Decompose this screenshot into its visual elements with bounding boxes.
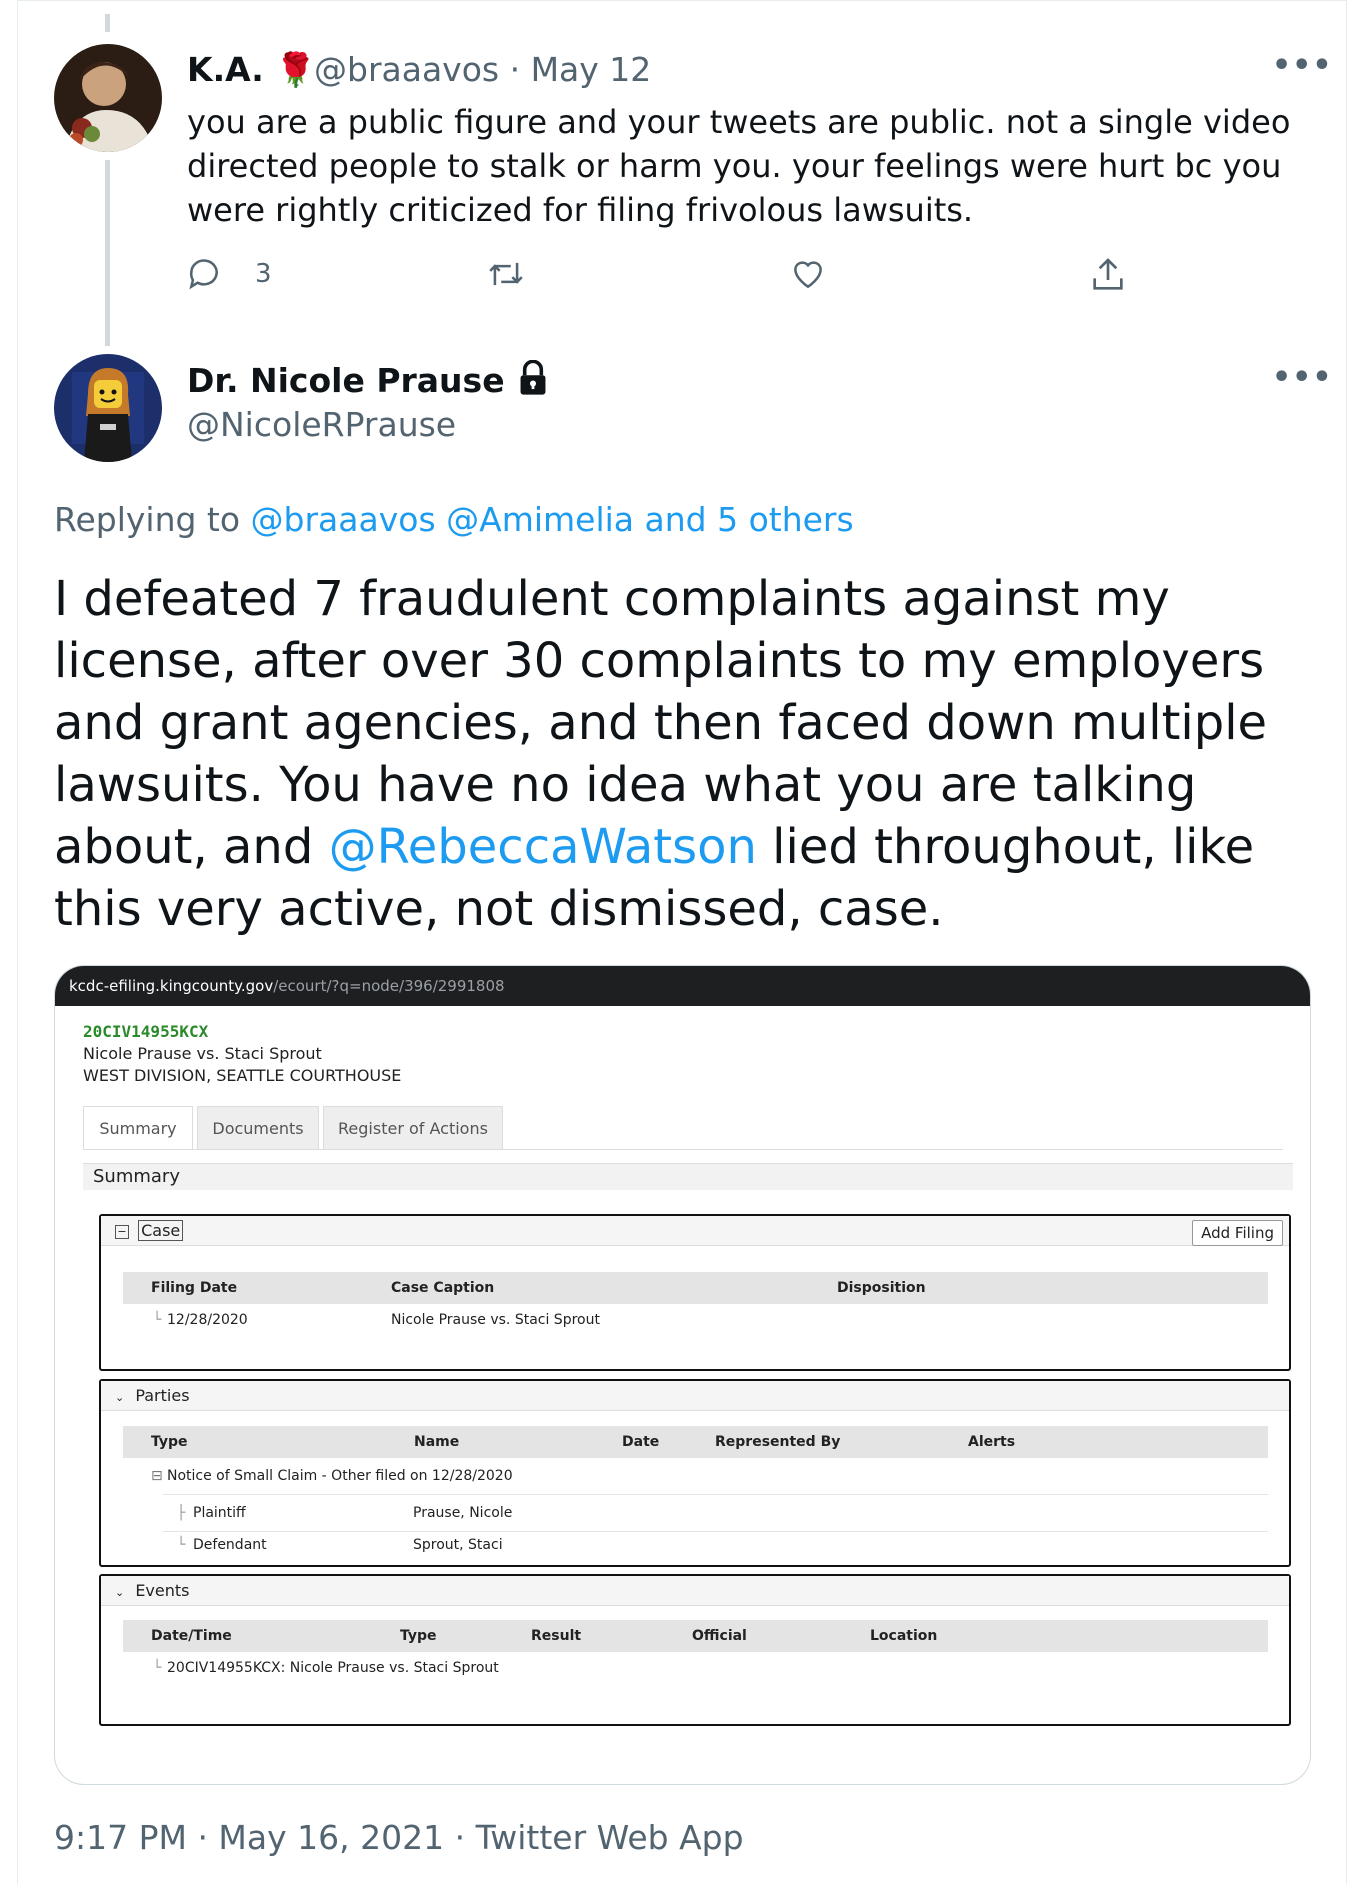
event-row: 20CIV14955KCX: Nicole Prause vs. Staci S… [167, 1660, 499, 1676]
avatar[interactable] [54, 354, 162, 462]
events-section: ⌄ Events Date/Time Type Result Official … [99, 1574, 1291, 1726]
parties-section: ⌄ Parties Type Name Date Represented By … [99, 1379, 1291, 1567]
share-button[interactable] [1088, 255, 1128, 295]
mention-link[interactable]: @RebeccaWatson [329, 819, 757, 875]
party-connector: └ [177, 1537, 186, 1553]
collapse-icon[interactable]: − [115, 1224, 129, 1239]
party-connector: ├ [177, 1505, 186, 1521]
reply-count: 3 [255, 259, 272, 289]
like-button[interactable] [788, 255, 828, 293]
tab-summary[interactable]: Summary [83, 1106, 193, 1150]
case-id: 20CIV14955KCX [83, 1022, 209, 1041]
more-options-icon[interactable]: ••• [1272, 360, 1333, 395]
rose-emoji: 🌹 [275, 50, 317, 89]
chevron-down-icon[interactable]: ⌄ [115, 1391, 124, 1404]
retweet-icon [489, 262, 523, 286]
events-section-header[interactable]: ⌄ Events [101, 1576, 1289, 1606]
author-name[interactable]: Dr. Nicole Prause [187, 359, 550, 400]
case-filing-date: └ [153, 1312, 162, 1328]
tab-underline [83, 1149, 1283, 1150]
attached-image[interactable]: kcdc-efiling.kingcounty.gov/ecourt/?q=no… [54, 965, 1311, 1785]
author-handle-date[interactable]: @braaavos · May 12 [314, 50, 651, 89]
retweet-button[interactable] [485, 255, 527, 293]
tweet-text: you are a public figure and your tweets … [187, 103, 1291, 229]
browser-url-bar: kcdc-efiling.kingcounty.gov/ecourt/?q=no… [55, 966, 1310, 1006]
party-type: Plaintiff [193, 1505, 246, 1521]
chevron-down-icon[interactable]: ⌄ [115, 1586, 124, 1599]
tab-documents[interactable]: Documents [197, 1106, 319, 1150]
author-handle[interactable]: @NicoleRPrause [187, 405, 456, 444]
author-name[interactable]: K.A. 🌹 [187, 50, 316, 90]
replying-to: Replying to @braaavos @Amimelia and 5 ot… [54, 500, 854, 539]
case-table-header: Filing Date Case Caption Disposition [123, 1272, 1268, 1304]
share-icon [1093, 258, 1123, 290]
notice-row: Notice of Small Claim - Other filed on 1… [167, 1468, 513, 1484]
row-divider [163, 1531, 1268, 1532]
parties-table-header: Type Name Date Represented By Alerts [123, 1426, 1268, 1458]
tweet-actions: 3 [185, 255, 1145, 303]
case-section: − Case Add Filing Filing Date Case Capti… [99, 1214, 1291, 1371]
party-type: Defendant [193, 1537, 267, 1553]
thread-line [105, 160, 110, 346]
summary-heading: Summary [83, 1163, 1293, 1190]
party-name: Prause, Nicole [413, 1505, 513, 1521]
tweet-timestamp[interactable]: 9:17 PM · May 16, 2021 · Twitter Web App [54, 1818, 744, 1857]
lock-icon [520, 359, 546, 395]
tweet-text: I defeated 7 fraudulent complaints again… [54, 571, 1268, 937]
case-filing-date: 12/28/2020 [167, 1312, 248, 1328]
case-division: WEST DIVISION, SEATTLE COURTHOUSE [83, 1066, 402, 1085]
expand-icon[interactable]: ⊟ [151, 1468, 163, 1484]
heart-icon [794, 261, 822, 289]
events-table-header: Date/Time Type Result Official Location [123, 1620, 1268, 1652]
add-filing-button[interactable]: Add Filing [1192, 1220, 1283, 1246]
parties-section-header[interactable]: ⌄ Parties [101, 1381, 1289, 1411]
more-options-icon[interactable]: ••• [1272, 48, 1333, 83]
thread-line-top [105, 14, 110, 32]
replying-to-links[interactable]: @braaavos @Amimelia and 5 others [251, 500, 854, 539]
case-row-caption: Nicole Prause vs. Staci Sprout [391, 1312, 600, 1328]
case-caption: Nicole Prause vs. Staci Sprout [83, 1044, 322, 1063]
tab-register-of-actions[interactable]: Register of Actions [323, 1106, 503, 1150]
row-divider [163, 1494, 1268, 1495]
avatar[interactable] [54, 44, 162, 152]
reply-button[interactable]: 3 [185, 255, 272, 293]
party-name: Sprout, Staci [413, 1537, 503, 1553]
case-section-header[interactable]: − Case Add Filing [101, 1216, 1289, 1246]
event-connector: └ [153, 1660, 162, 1676]
reply-icon [189, 259, 218, 290]
